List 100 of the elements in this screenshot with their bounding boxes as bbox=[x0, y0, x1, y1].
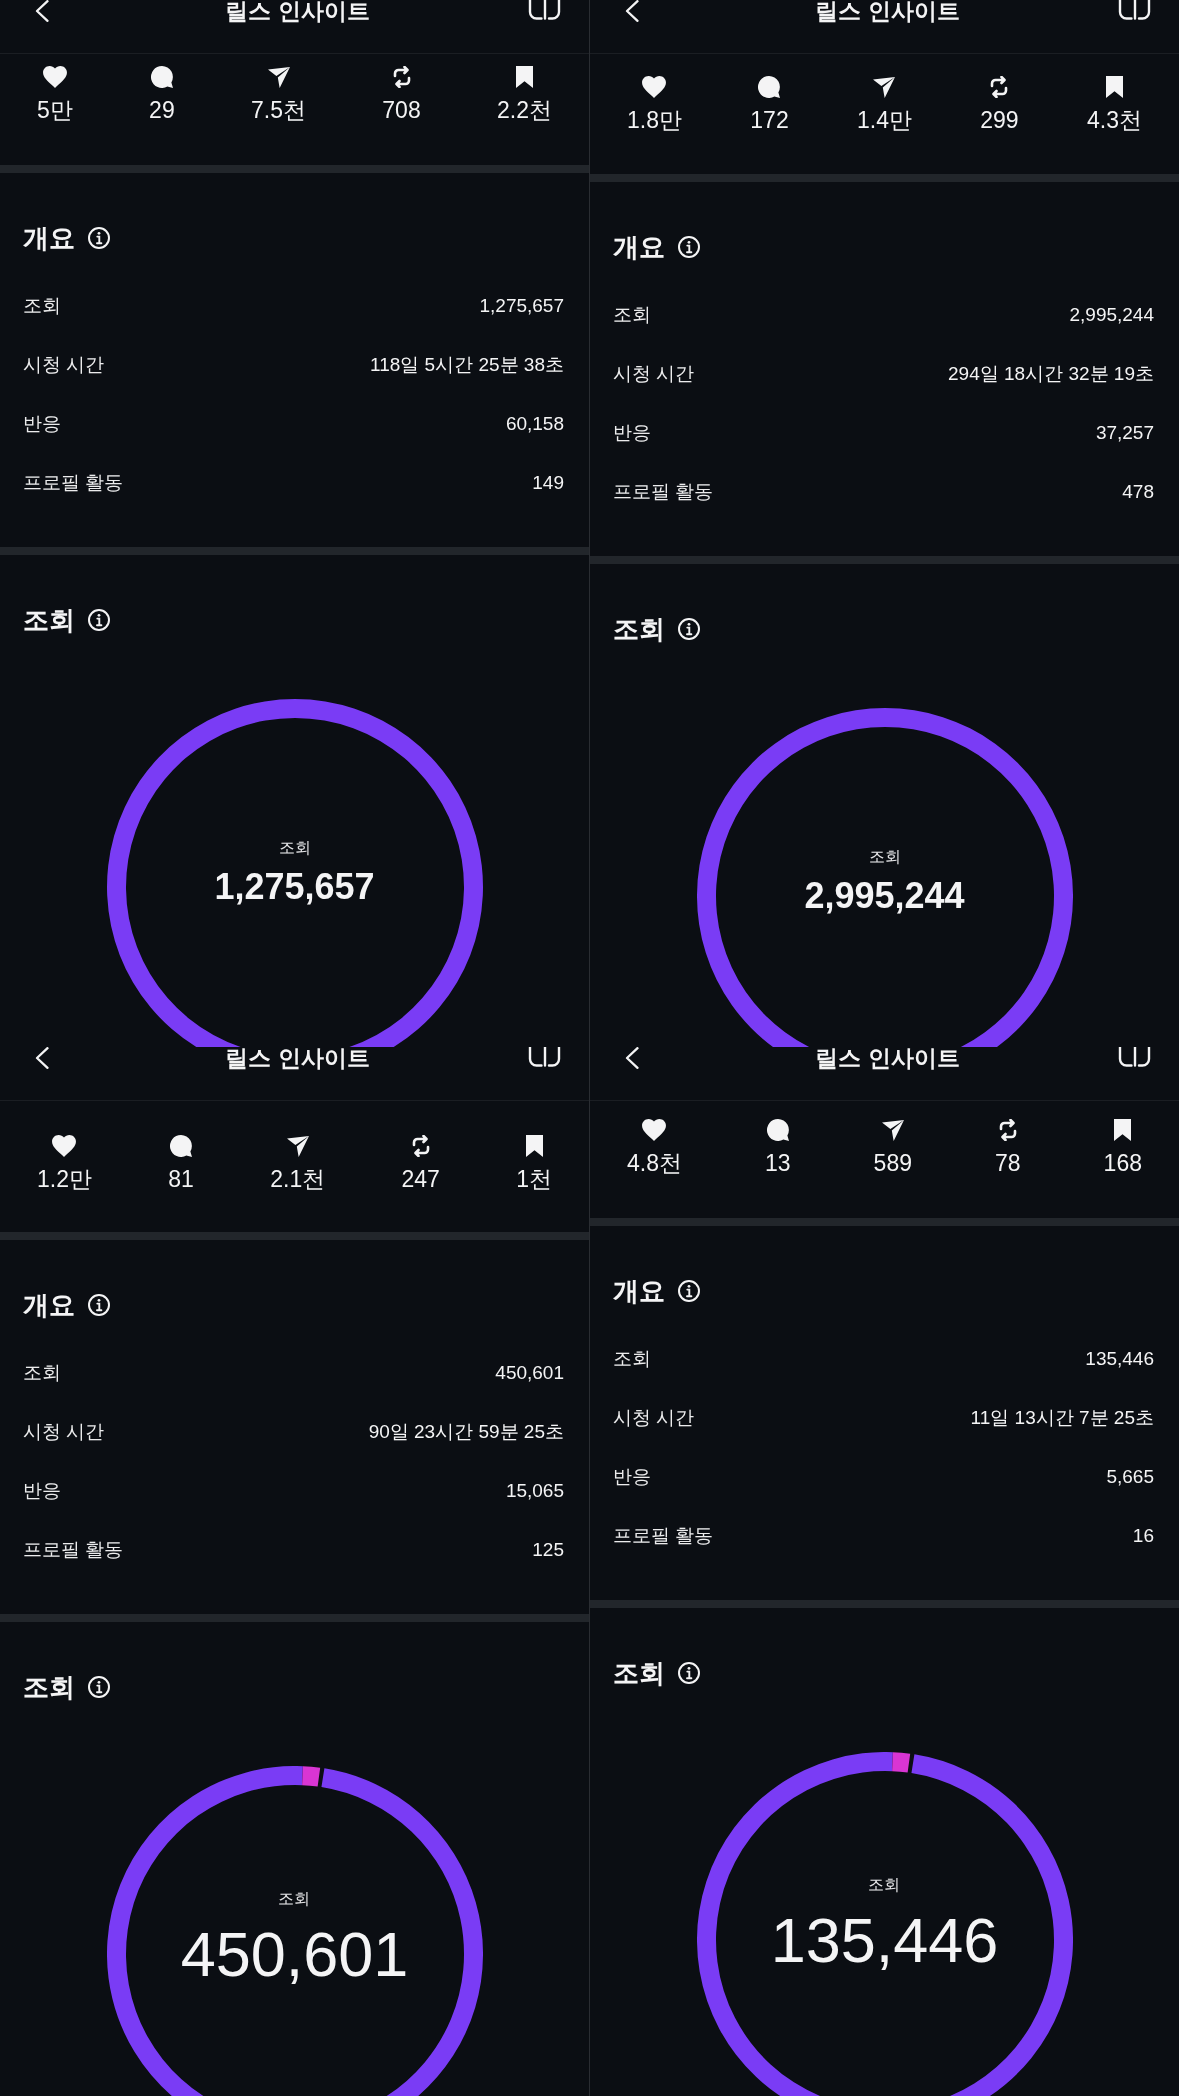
metric-value: 5,665 bbox=[1106, 1466, 1154, 1488]
cycle-arrows-icon bbox=[989, 76, 1010, 98]
metric-value: 11일 13시간 7분 25초 bbox=[970, 1406, 1154, 1430]
stat-count: 4.8천 bbox=[627, 1149, 682, 1178]
back-icon[interactable] bbox=[624, 0, 639, 22]
metric-value: 60,158 bbox=[505, 413, 564, 435]
heart-icon bbox=[642, 1119, 667, 1141]
metric-value: 135,446 bbox=[1085, 1348, 1154, 1370]
section-title: 조회 bbox=[23, 1671, 75, 1704]
screen-title: 릴스 인사이트 bbox=[815, 1047, 960, 1069]
paper-plane-icon bbox=[873, 76, 896, 98]
back-icon[interactable] bbox=[34, 1047, 49, 1069]
donut-total: 450,601 bbox=[180, 1921, 409, 1987]
stat-count: 299 bbox=[980, 106, 1019, 135]
bookmark-icon bbox=[525, 1135, 543, 1157]
stat-count: 29 bbox=[149, 96, 175, 125]
heart-icon bbox=[642, 76, 667, 98]
stat-count: 247 bbox=[401, 1165, 440, 1194]
metric-label: 반응 bbox=[613, 421, 651, 445]
section-title: 개요 bbox=[23, 1289, 75, 1322]
info-icon[interactable] bbox=[88, 227, 110, 249]
metric-label: 시청 시간 bbox=[23, 353, 105, 377]
section-title: 개요 bbox=[23, 222, 75, 255]
heart-icon bbox=[42, 66, 67, 88]
stat-count: 1.4만 bbox=[857, 106, 912, 135]
section-title: 개요 bbox=[613, 231, 665, 264]
stat-count: 2.2천 bbox=[497, 96, 552, 125]
back-icon[interactable] bbox=[624, 1047, 639, 1069]
section-title: 개요 bbox=[613, 1275, 665, 1308]
chat-bubble-icon bbox=[150, 66, 173, 88]
metric-label: 시청 시간 bbox=[23, 1420, 105, 1444]
metric-value: 450,601 bbox=[495, 1362, 564, 1384]
info-icon[interactable] bbox=[88, 1294, 110, 1316]
info-icon[interactable] bbox=[678, 618, 700, 640]
metric-value: 90일 23시간 59분 25초 bbox=[368, 1420, 564, 1444]
stat-count: 1.2만 bbox=[37, 1165, 92, 1194]
panel-icon[interactable] bbox=[1118, 0, 1151, 20]
panel-icon[interactable] bbox=[528, 0, 561, 20]
donut-label: 조회 bbox=[278, 838, 311, 858]
screen-title: 릴스 인사이트 bbox=[225, 0, 370, 22]
metric-label: 프로필 활동 bbox=[23, 1538, 124, 1562]
paper-plane-icon bbox=[286, 1135, 309, 1157]
chat-bubble-icon bbox=[170, 1135, 193, 1157]
info-icon[interactable] bbox=[88, 609, 110, 631]
metric-label: 반응 bbox=[23, 412, 61, 436]
info-icon[interactable] bbox=[88, 1676, 110, 1698]
screen-title: 릴스 인사이트 bbox=[225, 1047, 370, 1069]
chat-bubble-icon bbox=[758, 76, 781, 98]
stat-count: 78 bbox=[995, 1149, 1021, 1178]
metric-label: 조회 bbox=[613, 1347, 651, 1371]
metric-value: 118일 5시간 25분 38초 bbox=[370, 353, 564, 377]
metric-label: 프로필 활동 bbox=[613, 1524, 714, 1548]
cycle-arrows-icon bbox=[410, 1135, 431, 1157]
metric-label: 프로필 활동 bbox=[23, 471, 124, 495]
back-icon[interactable] bbox=[34, 0, 49, 22]
metric-value: 37,257 bbox=[1095, 422, 1154, 444]
metric-value: 125 bbox=[532, 1539, 564, 1561]
donut-label: 조회 bbox=[278, 1889, 311, 1909]
stat-count: 1.8만 bbox=[627, 106, 682, 135]
bookmark-icon bbox=[516, 66, 533, 88]
metric-value: 478 bbox=[1122, 481, 1154, 503]
metric-value: 16 bbox=[1132, 1525, 1154, 1547]
chat-bubble-icon bbox=[766, 1119, 789, 1141]
stat-count: 589 bbox=[873, 1149, 912, 1178]
donut-total: 2,995,244 bbox=[804, 876, 965, 916]
donut-total: 135,446 bbox=[770, 1907, 999, 1973]
donut-total: 1,275,657 bbox=[214, 867, 375, 907]
metric-label: 반응 bbox=[613, 1465, 651, 1489]
stat-count: 2.1천 bbox=[270, 1165, 326, 1194]
section-title: 조회 bbox=[613, 1657, 665, 1690]
metric-value: 294일 18시간 32분 19초 bbox=[948, 362, 1154, 386]
bookmark-icon bbox=[1105, 76, 1123, 98]
section-title: 조회 bbox=[23, 604, 75, 637]
stat-count: 172 bbox=[750, 106, 789, 135]
section-title: 조회 bbox=[613, 613, 665, 646]
info-icon[interactable] bbox=[678, 1662, 700, 1684]
info-icon[interactable] bbox=[678, 1280, 700, 1302]
cycle-arrows-icon bbox=[391, 66, 412, 88]
donut-label: 조회 bbox=[868, 847, 901, 867]
stat-count: 4.3천 bbox=[1086, 106, 1142, 135]
metric-value: 15,065 bbox=[505, 1480, 564, 1502]
paper-plane-icon bbox=[267, 66, 290, 88]
panel-icon[interactable] bbox=[1118, 1047, 1151, 1067]
metric-label: 조회 bbox=[23, 1361, 61, 1385]
stat-count: 168 bbox=[1103, 1149, 1142, 1178]
stat-count: 81 bbox=[168, 1165, 194, 1194]
metric-value: 149 bbox=[532, 472, 564, 494]
stat-count: 13 bbox=[765, 1149, 791, 1178]
panel-icon[interactable] bbox=[528, 1047, 561, 1067]
metric-label: 조회 bbox=[613, 303, 651, 327]
stat-count: 7.5천 bbox=[251, 96, 306, 125]
info-icon[interactable] bbox=[678, 236, 700, 258]
metric-label: 시청 시간 bbox=[613, 362, 695, 386]
paper-plane-icon bbox=[881, 1119, 904, 1141]
stat-count: 5만 bbox=[37, 96, 73, 125]
stat-count: 1천 bbox=[516, 1165, 552, 1194]
metric-label: 프로필 활동 bbox=[613, 480, 714, 504]
metric-label: 시청 시간 bbox=[613, 1406, 695, 1430]
metric-label: 반응 bbox=[23, 1479, 61, 1503]
heart-icon bbox=[52, 1135, 77, 1157]
